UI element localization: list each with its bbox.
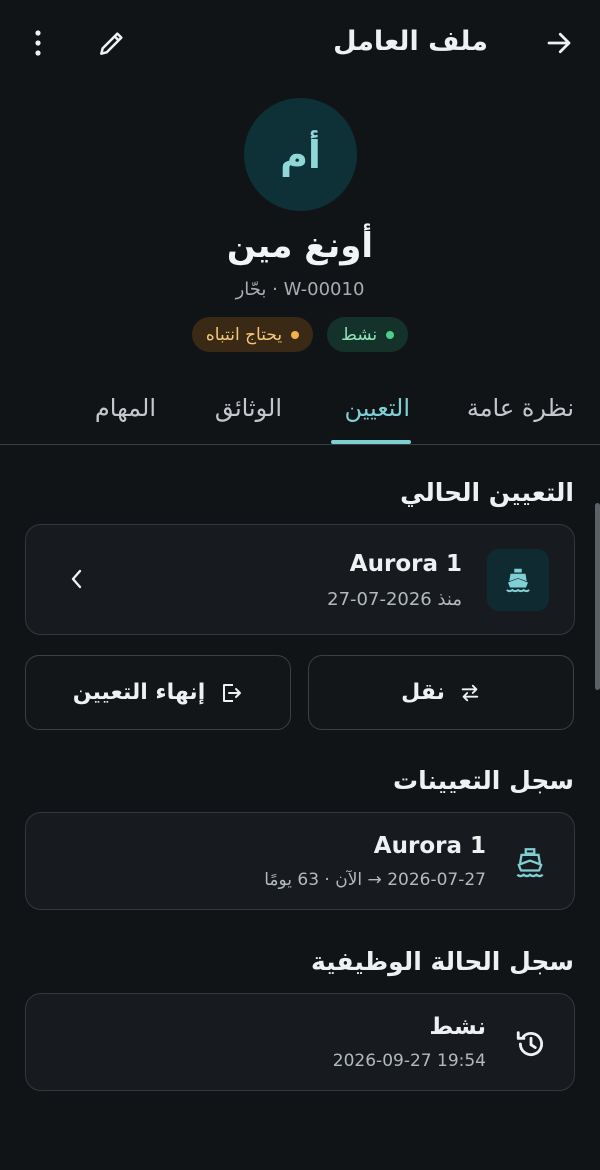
tab-documents[interactable]: الوثائق [215, 394, 282, 422]
tab-overview[interactable]: نظرة عامة [467, 394, 574, 422]
app-bar: ملف العامل [0, 0, 600, 88]
ship-icon [503, 565, 533, 595]
back-button[interactable] [542, 26, 576, 60]
section-title-status-history: سجل الحالة الوظيفية [311, 947, 574, 976]
avatar: أم [244, 98, 357, 211]
status-dot [386, 330, 395, 339]
assignment-history-item: Aurora 1 2026-07-27 → الآن · 63 يومًا [25, 812, 575, 910]
tab-tasks[interactable]: المهام [95, 394, 156, 422]
page-title: ملف العامل [333, 26, 488, 57]
end-assignment-label: إنهاء التعيين [72, 680, 206, 705]
status-history-item: نشط 2026-09-27 19:54 [25, 993, 575, 1091]
status-badge-attention: يحتاج انتباه [191, 317, 314, 352]
logout-icon [219, 681, 243, 705]
status-dot [291, 330, 300, 339]
section-title-assignment-history: سجل التعيينات [392, 766, 574, 795]
more-options-button[interactable] [22, 26, 54, 60]
tab-bar: نظرة عامة التعيين الوثائق المهام [0, 380, 600, 445]
worker-name: أونغ مين [226, 226, 374, 266]
status-timestamp: 2026-09-27 19:54 [332, 1051, 486, 1071]
ship-icon [513, 844, 547, 880]
badge-label: نشط [341, 324, 378, 345]
status-value: نشط [429, 1014, 486, 1040]
transfer-button[interactable]: نقل [308, 655, 574, 730]
swap-horiz-icon [459, 682, 481, 704]
tab-assignment[interactable]: التعيين [344, 394, 410, 422]
pencil-icon [96, 27, 128, 59]
arrow-forward-icon [544, 28, 574, 58]
active-tab-indicator [331, 440, 411, 444]
end-assignment-button[interactable]: إنهاء التعيين [25, 655, 291, 730]
more-vert-icon [33, 29, 43, 57]
vessel-icon-box [487, 549, 549, 611]
history-vessel-name: Aurora 1 [373, 833, 486, 859]
assignment-since: منذ 2026-07-27 [327, 589, 462, 610]
scrollbar[interactable] [595, 503, 600, 690]
chevron-left-icon [70, 567, 84, 591]
history-icon [514, 1027, 548, 1061]
vessel-name: Aurora 1 [349, 551, 462, 577]
status-badges: نشط يحتاج انتباه [0, 317, 600, 352]
edit-button[interactable] [94, 26, 130, 60]
worker-id-role: W-00010 · بحّار [235, 279, 365, 300]
status-badge-active: نشط [327, 317, 409, 352]
section-title-current-assignment: التعيين الحالي [400, 478, 574, 507]
current-assignment-card[interactable]: Aurora 1 منذ 2026-07-27 [25, 524, 575, 635]
badge-label: يحتاج انتباه [205, 324, 283, 345]
history-period: 2026-07-27 → الآن · 63 يومًا [264, 870, 486, 890]
transfer-label: نقل [401, 680, 445, 705]
